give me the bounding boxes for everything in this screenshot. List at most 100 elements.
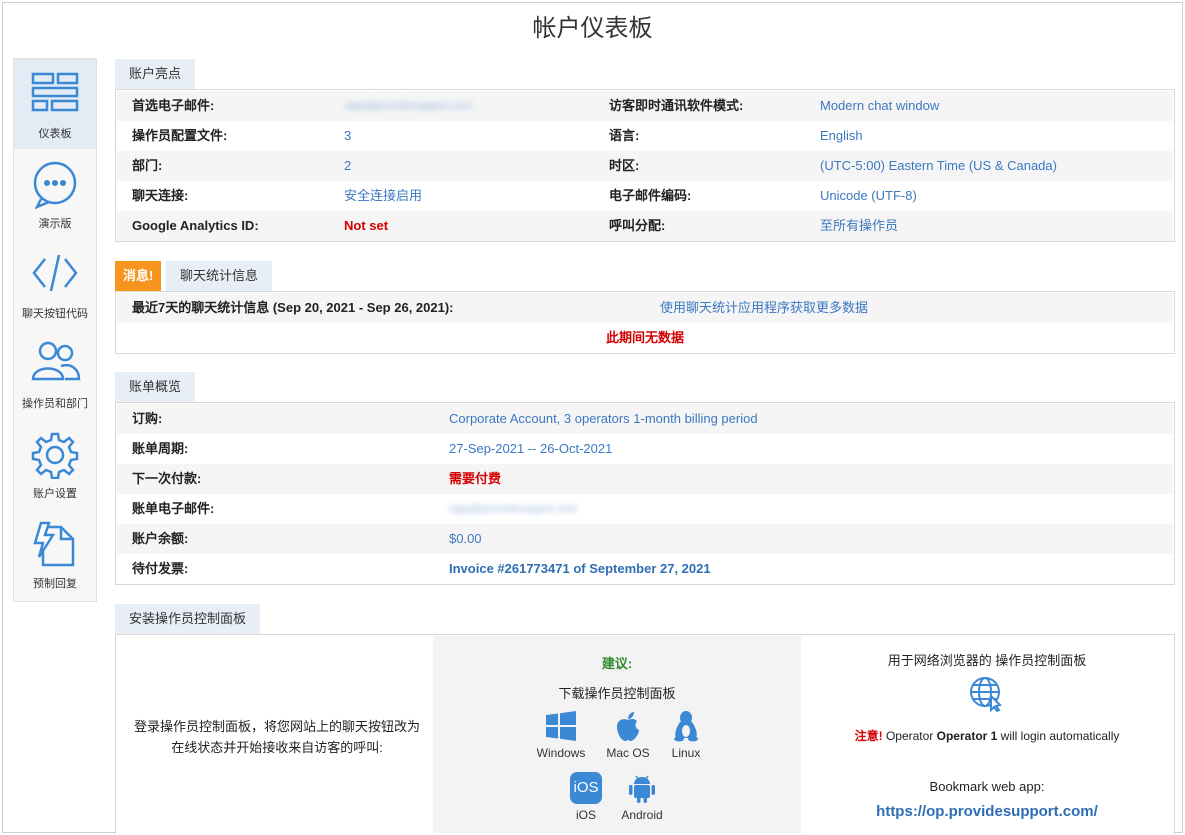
table-row: 此期间无数据 xyxy=(117,323,1173,353)
account-balance-value: $0.00 xyxy=(449,531,482,546)
chat-mode-value[interactable]: Modern chat window xyxy=(820,91,939,121)
sidebar-item-demo[interactable]: 演示版 xyxy=(14,149,96,239)
table-row: 订购: Corporate Account, 3 operators 1-mon… xyxy=(117,404,1173,434)
subscription-value[interactable]: Corporate Account, 3 operators 1-month b… xyxy=(449,404,758,434)
gear-icon xyxy=(31,432,79,479)
tab-install-operator-console: 安装操作员控制面板 xyxy=(115,604,261,634)
table-row: 操作员配置文件: 3 语言: English xyxy=(117,121,1173,151)
departments-value[interactable]: 2 xyxy=(344,151,351,181)
operator-profiles-value[interactable]: 3 xyxy=(344,121,351,151)
install-description-text: 登录操作员控制面板，将您网站上的聊天按钮改为在线状态并开始接收来自访客的呼叫: xyxy=(133,719,420,755)
linux-penguin-icon xyxy=(674,711,698,742)
timezone-value[interactable]: (UTC-5:00) Eastern Time (US & Canada) xyxy=(820,151,1057,181)
sidebar-item-operators[interactable]: 操作员和部门 xyxy=(14,329,96,419)
billing-email-label: 账单电子邮件: xyxy=(132,501,215,516)
linux-label: Linux xyxy=(671,746,701,760)
email-encoding-label: 电子邮件编码: xyxy=(609,188,692,203)
ios-label: iOS xyxy=(575,808,596,822)
table-row: 部门: 2 时区: (UTC-5:00) Eastern Time (US & … xyxy=(117,151,1173,181)
preferred-email-value[interactable]: olga@providesupport.com xyxy=(344,91,473,121)
table-row: Google Analytics ID: Not set 呼叫分配: 至所有操作… xyxy=(117,211,1173,241)
page-title: 帐户仪表板 xyxy=(532,15,653,42)
departments-label: 部门: xyxy=(132,158,163,173)
billing-period-label: 账单周期: xyxy=(132,441,189,456)
web-app-url-link[interactable]: https://op.providesupport.com/ xyxy=(801,803,1173,820)
google-analytics-value[interactable]: Not set xyxy=(344,211,388,241)
sidebar-item-canned-replies[interactable]: 预制回复 xyxy=(14,509,96,599)
timezone-label: 时区: xyxy=(609,158,640,173)
language-label: 语言: xyxy=(609,128,640,143)
note-suffix: will login automatically xyxy=(1000,729,1120,743)
dashboard-icon xyxy=(31,72,79,112)
download-title: 下载操作员控制面板 xyxy=(558,686,676,701)
note-prefix: Operator xyxy=(885,729,934,743)
web-console-title: 用于网络浏览器的 操作员控制面板 xyxy=(887,653,1087,668)
sidebar-item-label: 账户设置 xyxy=(33,488,77,500)
globe-cursor-icon[interactable] xyxy=(969,676,1005,712)
linux-download[interactable]: Linux xyxy=(651,710,721,760)
canned-reply-icon xyxy=(33,521,75,567)
chat-connection-value[interactable]: 安全连接启用 xyxy=(344,181,422,211)
call-distribution-value[interactable]: 至所有操作员 xyxy=(820,211,898,241)
table-row: 账单周期: 27-Sep-2021 -- 26-Oct-2021 xyxy=(117,434,1173,464)
bookmark-label: Bookmark web app: xyxy=(929,779,1045,794)
apple-icon xyxy=(617,712,639,741)
table-row: 下一次付款: 需要付费 xyxy=(117,464,1173,494)
note-label: 注意! xyxy=(854,729,883,743)
ios-icon: iOS xyxy=(570,772,602,804)
billing-email-value[interactable]: olga@providesupport.com xyxy=(449,494,578,524)
sidebar-item-label: 聊天按钮代码 xyxy=(22,308,88,320)
chat-connection-label: 聊天连接: xyxy=(132,188,189,203)
chat-stats-app-link[interactable]: 使用聊天统计应用程序获取更多数据 xyxy=(660,293,868,323)
install-panel: 登录操作员控制面板，将您网站上的聊天按钮改为在线状态并开始接收来自访客的呼叫: … xyxy=(115,634,1175,834)
users-icon xyxy=(31,341,81,381)
sidebar-item-label: 预制回复 xyxy=(33,578,77,590)
operator-name: Operator 1 xyxy=(936,729,998,743)
windows-label: Windows xyxy=(536,746,586,760)
web-console-section: 用于网络浏览器的 操作员控制面板 注意! Operator Operator 1… xyxy=(801,636,1173,833)
billing-panel: 订购: Corporate Account, 3 operators 1-mon… xyxy=(115,402,1175,585)
table-row: 账户余额: $0.00 xyxy=(117,524,1173,554)
android-download[interactable]: Android xyxy=(607,772,677,822)
macos-label: Mac OS xyxy=(606,746,650,760)
sidebar-item-label: 仪表板 xyxy=(38,128,72,140)
next-payment-label: 下一次付款: xyxy=(132,471,202,486)
pending-invoice-link[interactable]: Invoice #261773471 of September 27, 2021 xyxy=(449,554,711,584)
billing-period-value[interactable]: 27-Sep-2021 -- 26-Oct-2021 xyxy=(449,434,612,464)
sidebar-item-label: 演示版 xyxy=(38,218,72,230)
sidebar-item-button-code[interactable]: 聊天按钮代码 xyxy=(14,239,96,329)
next-payment-value[interactable]: 需要付费 xyxy=(449,464,501,494)
android-icon xyxy=(629,775,655,803)
table-row: 最近7天的聊天统计信息 (Sep 20, 2021 - Sep 26, 2021… xyxy=(117,293,1173,323)
no-data-message: 此期间无数据 xyxy=(605,330,684,345)
table-row: 待付发票: Invoice #261773471 of September 27… xyxy=(117,554,1173,584)
table-row: 首选电子邮件: olga@providesupport.com 访客即时通讯软件… xyxy=(117,91,1173,121)
subscription-label: 订购: xyxy=(132,411,163,426)
tab-billing-overview: 账单概览 xyxy=(115,372,196,402)
windows-download[interactable]: Windows xyxy=(526,710,596,760)
windows-icon xyxy=(546,711,576,741)
table-row: 聊天连接: 安全连接启用 电子邮件编码: Unicode (UTF-8) xyxy=(117,181,1173,211)
table-row: 账单电子邮件: olga@providesupport.com xyxy=(117,494,1173,524)
install-description: 登录操作员控制面板，将您网站上的聊天按钮改为在线状态并开始接收来自访客的呼叫: xyxy=(117,636,433,833)
chat-bubble-icon xyxy=(33,161,77,209)
account-balance-label: 账户余额: xyxy=(132,531,189,546)
download-section: 建议: 下载操作员控制面板 Windows Mac OS Linux iOS i… xyxy=(433,636,801,833)
android-label: Android xyxy=(621,808,663,822)
chat-statistics-panel: 最近7天的聊天统计信息 (Sep 20, 2021 - Sep 26, 2021… xyxy=(115,291,1175,354)
chat-mode-label: 访客即时通讯软件模式: xyxy=(609,98,744,113)
sidebar-item-account-settings[interactable]: 账户设置 xyxy=(14,419,96,509)
auto-login-note: 注意! Operator Operator 1 will login autom… xyxy=(801,727,1173,744)
account-highlights-panel: 首选电子邮件: olga@providesupport.com 访客即时通讯软件… xyxy=(115,89,1175,242)
tab-chat-statistics: 聊天统计信息 xyxy=(166,261,273,291)
language-value[interactable]: English xyxy=(820,121,863,151)
code-icon xyxy=(32,254,78,292)
email-encoding-value[interactable]: Unicode (UTF-8) xyxy=(820,181,917,211)
google-analytics-label: Google Analytics ID: xyxy=(132,218,259,233)
tab-account-highlights: 账户亮点 xyxy=(115,59,196,89)
recommend-label: 建议: xyxy=(601,656,633,671)
call-distribution-label: 呼叫分配: xyxy=(609,218,666,233)
operator-profiles-label: 操作员配置文件: xyxy=(132,128,228,143)
sidebar-item-dashboard[interactable]: 仪表板 xyxy=(14,59,96,149)
stats-period-label: 最近7天的聊天统计信息 (Sep 20, 2021 - Sep 26, 2021… xyxy=(132,300,454,315)
